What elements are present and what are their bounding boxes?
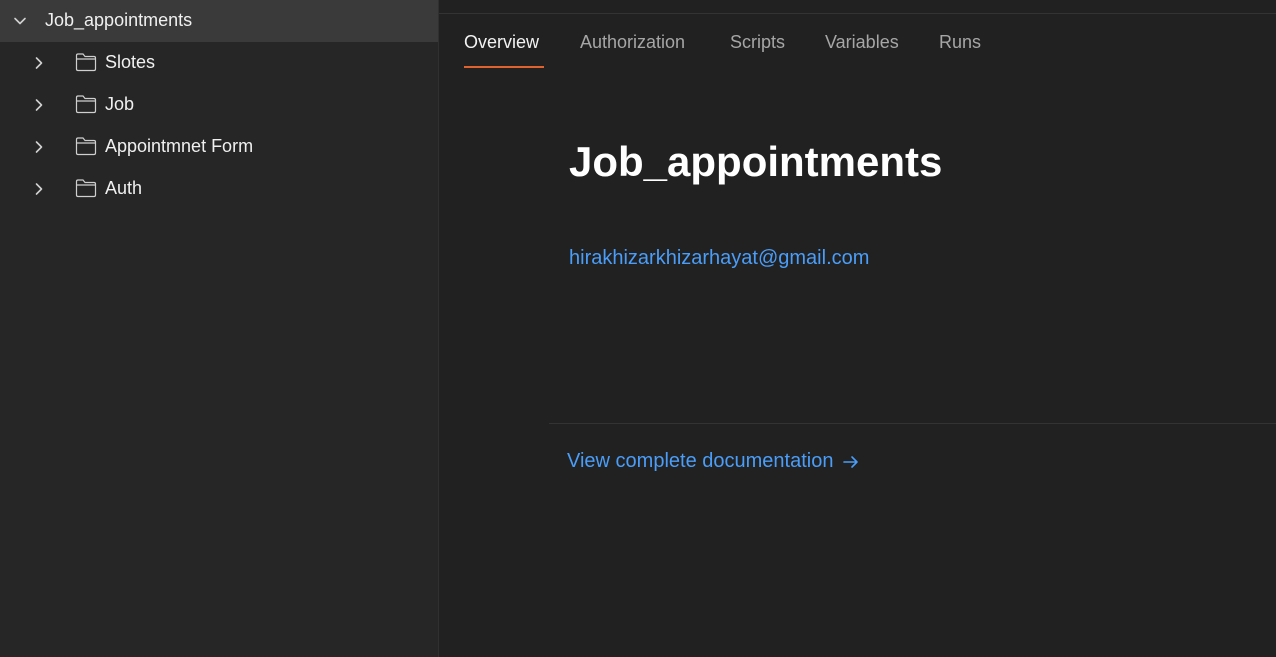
arrow-right-icon: [843, 455, 859, 468]
folder-icon: [75, 137, 97, 156]
sidebar-folder-slotes[interactable]: Slotes: [0, 42, 438, 84]
sidebar-folder-job[interactable]: Job: [0, 84, 438, 126]
folder-icon: [75, 95, 97, 114]
active-tab-indicator: [464, 66, 544, 68]
folder-label: Slotes: [105, 52, 156, 72]
tab-scripts[interactable]: Scripts: [730, 32, 785, 53]
folder-label: Job: [105, 94, 135, 114]
chevron-right-icon[interactable]: [31, 139, 47, 155]
section-divider: [549, 423, 1276, 424]
folder-icon: [75, 53, 97, 72]
main-panel: Overview Authorization Scripts Variables…: [439, 0, 1276, 657]
view-documentation-link[interactable]: View complete documentation: [567, 450, 861, 473]
tab-runs[interactable]: Runs: [939, 32, 981, 53]
owner-email-link[interactable]: hirakhizarkhizarhayat@gmail.com: [569, 247, 869, 270]
collection-row-job-appointments[interactable]: Job_appointments: [0, 0, 438, 42]
folder-label: Auth: [105, 178, 143, 198]
page-title: Job_appointments: [569, 138, 943, 185]
tab-authorization[interactable]: Authorization: [580, 32, 685, 53]
top-divider: [439, 13, 1276, 14]
folder-label: Appointmnet Form: [105, 136, 254, 156]
tab-overview[interactable]: Overview: [464, 32, 539, 53]
sidebar-folder-appointmnet-form[interactable]: Appointmnet Form: [0, 126, 438, 168]
app-window: Job_appointments Slotes Job Appointmnet …: [0, 0, 1276, 657]
doc-link-label: View complete documentation: [567, 450, 834, 472]
sidebar-folder-auth[interactable]: Auth: [0, 168, 438, 210]
chevron-right-icon[interactable]: [31, 97, 47, 113]
folder-icon: [75, 179, 97, 198]
chevron-down-icon[interactable]: [12, 13, 28, 29]
chevron-right-icon[interactable]: [31, 55, 47, 71]
chevron-right-icon[interactable]: [31, 181, 47, 197]
collection-label: Job_appointments: [45, 10, 193, 30]
tab-variables[interactable]: Variables: [825, 32, 899, 53]
sidebar: Job_appointments Slotes Job Appointmnet …: [0, 0, 439, 657]
